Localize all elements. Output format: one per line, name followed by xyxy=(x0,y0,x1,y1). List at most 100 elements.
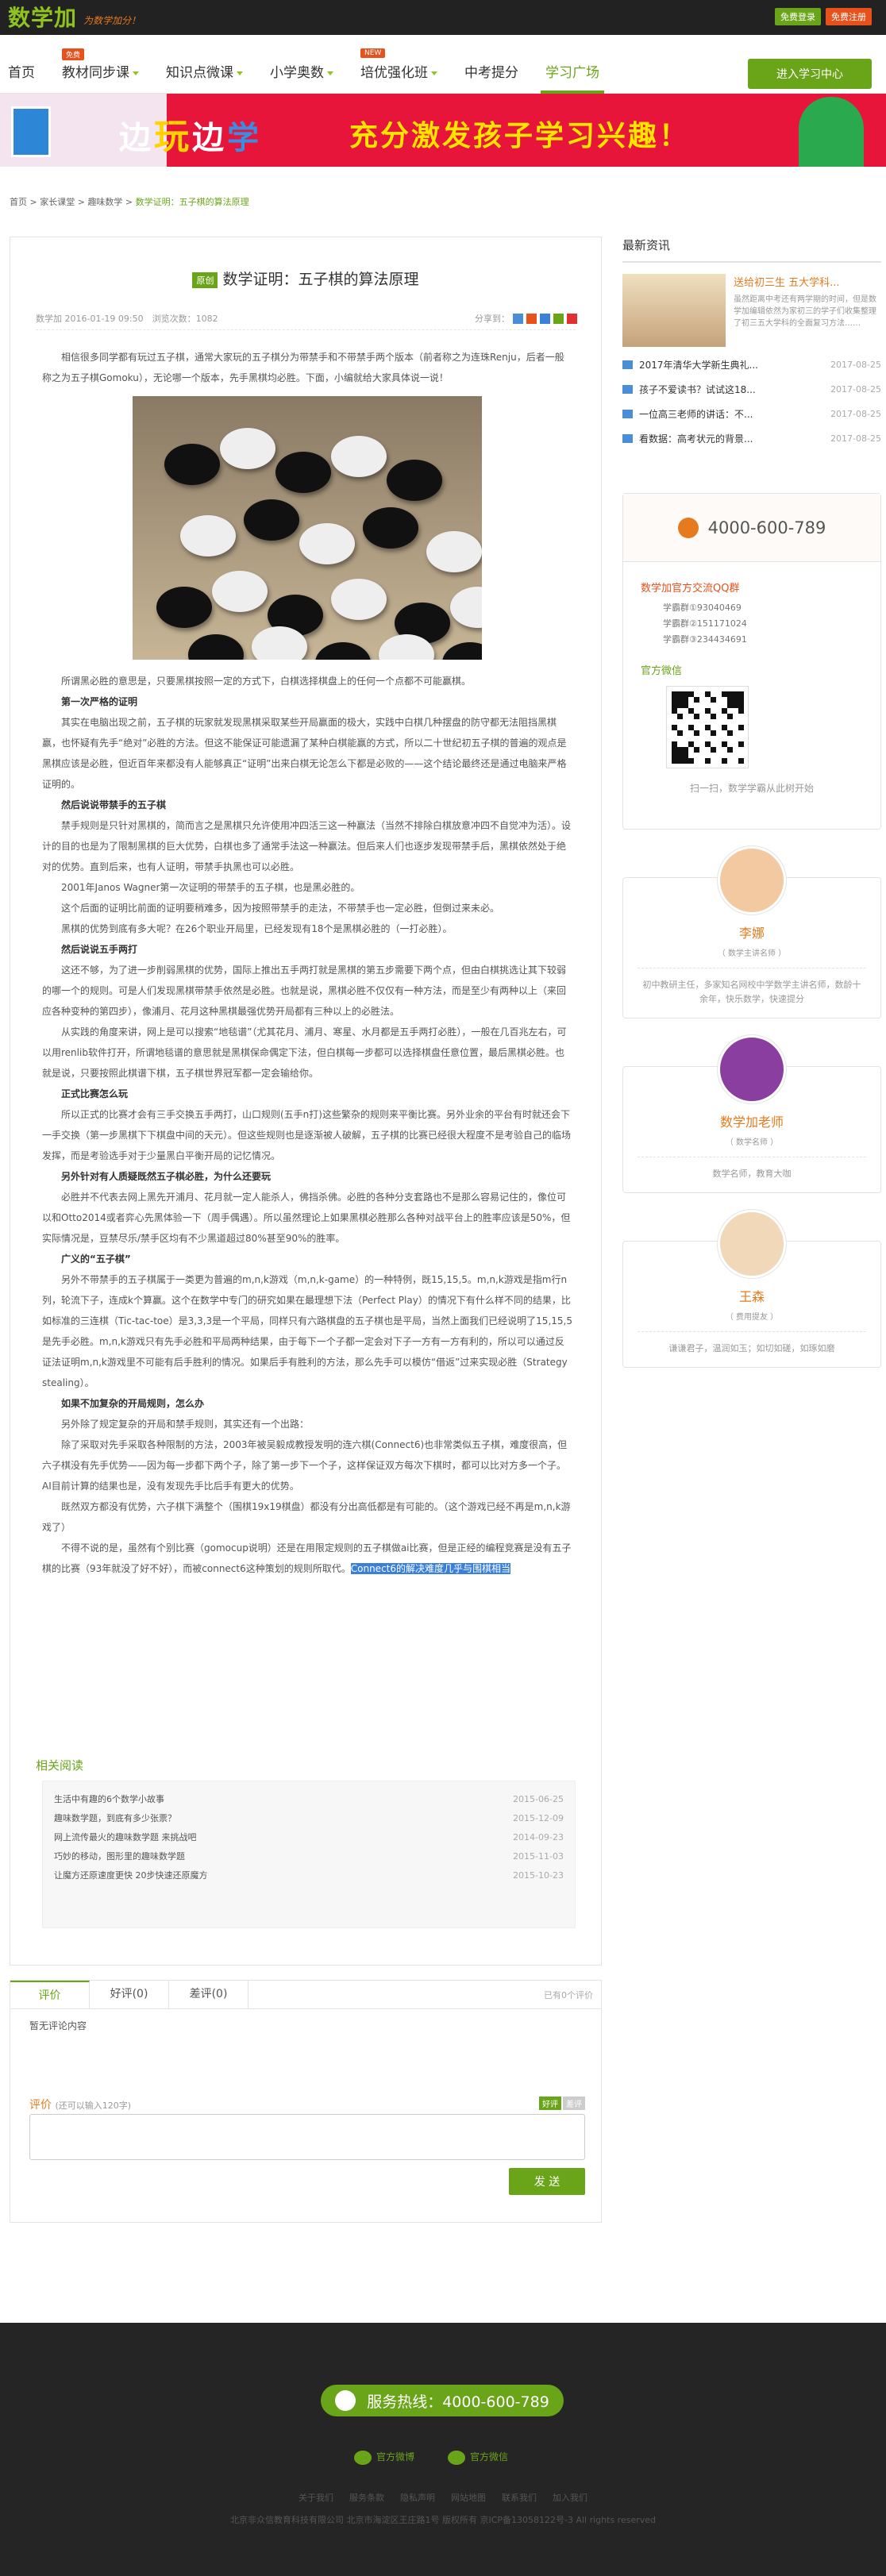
paragraph-text: 广义的“五子棋” xyxy=(61,1253,131,1265)
section-heading: 然后说说五手两打 xyxy=(42,939,572,960)
enter-study-center-button[interactable]: 进入学习中心 xyxy=(748,59,872,89)
footer-link[interactable]: 联系我们 xyxy=(502,2493,537,2503)
go-stone xyxy=(426,531,482,572)
related-item-date: 2015-10-23 xyxy=(513,1870,564,1881)
news-title[interactable]: 2017年清华大学新生典礼... xyxy=(639,358,830,372)
footer-link[interactable]: 网站地图 xyxy=(451,2493,486,2503)
qq-group-item[interactable]: 学霸群③234434691 xyxy=(663,632,747,648)
footer-link[interactable]: 服务条款 xyxy=(349,2493,384,2503)
qr-module xyxy=(683,758,688,764)
footer-link[interactable]: 隐私声明 xyxy=(400,2493,435,2503)
related-item-title[interactable]: 巧妙的移动，图形里的趣味数学题 xyxy=(54,1848,185,1866)
article-title: 原创 数学证明：五子棋的算法原理 xyxy=(10,268,601,289)
nav-item-1[interactable]: 教材同步课 免费 xyxy=(62,48,150,94)
qq-group-item[interactable]: 学霸群②151171024 xyxy=(663,616,747,632)
go-stone xyxy=(363,507,418,549)
sidebar: 最新资讯 送给初三生 五大学科... 虽然距离中考还有两学期的时间，但是数学加编… xyxy=(622,237,881,1368)
news-title[interactable]: 孩子不爱读书？试试这18... xyxy=(639,383,830,396)
news-item[interactable]: 2017年清华大学新生典礼... 2017-08-25 xyxy=(622,358,881,372)
nav-item-label: 学习广场 xyxy=(545,65,599,81)
article-paragraph: 这还不够，为了进一步削弱黑棋的优势，国际上推出五手两打就是黑棋的第五步需要下两个… xyxy=(42,960,572,1022)
related-item[interactable]: 让魔方还原速度更快 20步快速还原魔方 2015-10-23 xyxy=(43,1867,575,1885)
tab-1[interactable]: 好评(0) xyxy=(90,1981,169,2008)
related-item[interactable]: 生活中有趣的6个数学小故事 2015-06-25 xyxy=(43,1791,575,1808)
nav-item-4[interactable]: 培优强化班 NEW xyxy=(360,48,449,94)
news-icon xyxy=(622,360,633,369)
top-bar: 数学加 为数学加分！ 免费登录 免费注册 xyxy=(0,0,886,35)
related-item-title[interactable]: 让魔方还原速度更快 20步快速还原魔方 xyxy=(54,1867,208,1885)
teacher-card[interactable]: 数学加老师 （ 数学名师 ） 数学名师，教育大咖 xyxy=(622,1035,881,1193)
share-qzone-icon[interactable] xyxy=(513,313,523,324)
banner-headline: 边玩边学 xyxy=(119,108,262,159)
comment-label: 评价 (还可以输入120字) xyxy=(29,2097,131,2112)
rate-bad-button[interactable]: 差评 xyxy=(563,2097,585,2110)
teacher-card[interactable]: 王森 （ 费用提友 ） 谦谦君子，温润如玉；如切如磋，如琢如磨 xyxy=(622,1210,881,1368)
related-title: 相关阅读 xyxy=(36,1758,84,1773)
tab-0[interactable]: 评价 xyxy=(10,1981,90,2008)
send-comment-button[interactable]: 发 送 xyxy=(509,2168,585,2195)
paragraph-text: 这还不够，为了进一步削弱黑棋的优势，国际上推出五手两打就是黑棋的第五步需要下两个… xyxy=(42,965,567,1017)
site-logo[interactable]: 数学加 为数学加分！ xyxy=(8,2,141,32)
share-renren-icon[interactable] xyxy=(567,313,577,324)
nav-item-5[interactable]: 中考提分 xyxy=(464,61,530,94)
service-hotline[interactable]: 服务热线：4000-600-789 xyxy=(321,2385,564,2416)
related-item-date: 2015-11-03 xyxy=(513,1851,564,1862)
register-button[interactable]: 免费注册 xyxy=(826,8,872,25)
qr-module xyxy=(688,758,694,764)
related-item[interactable]: 趣味数学题，到底有多少张票？ 2015-12-09 xyxy=(43,1810,575,1827)
featured-news-thumbnail[interactable] xyxy=(622,274,726,347)
breadcrumb-fun-math[interactable]: 趣味数学 xyxy=(87,197,122,207)
breadcrumb-parent-class[interactable]: 家长课堂 xyxy=(40,197,75,207)
rate-good-button[interactable]: 好评 xyxy=(539,2097,561,2110)
section-heading: 正式比赛怎么玩 xyxy=(42,1084,572,1104)
news-item[interactable]: 看数据：高考状元的背景... 2017-08-25 xyxy=(622,432,881,445)
footer-weixin-link[interactable]: 官方微信 xyxy=(448,2450,508,2465)
related-item-title[interactable]: 生活中有趣的6个数学小故事 xyxy=(54,1791,164,1808)
related-item-title[interactable]: 趣味数学题，到底有多少张票？ xyxy=(54,1810,176,1827)
article-paragraph: 其实在电脑出现之前，五子棋的玩家就发现黑棋采取某些开局赢面的极大，实践中白棋几种… xyxy=(42,712,572,795)
promo-banner[interactable]: 边玩边学 充分激发孩子学习兴趣！ xyxy=(0,94,886,167)
qr-module xyxy=(677,730,683,736)
share-weibo-icon[interactable] xyxy=(526,313,537,324)
news-item[interactable]: 一位高三老师的讲话：不... 2017-08-25 xyxy=(622,407,881,421)
go-stone xyxy=(315,642,371,660)
breadcrumb-home[interactable]: 首页 xyxy=(10,197,27,207)
footer-link[interactable]: 加入我们 xyxy=(553,2493,587,2503)
nav-item-label: 中考提分 xyxy=(464,65,518,81)
teacher-card[interactable]: 李娜 （ 数学主讲名师 ） 初中教研主任，多家知名网校中学数学主讲名师，数龄十余年，… xyxy=(622,846,881,1018)
login-button[interactable]: 免费登录 xyxy=(775,8,821,25)
qr-module xyxy=(683,697,688,703)
paragraph-text: 其实在电脑出现之前，五子棋的玩家就发现黑棋采取某些开局赢面的极大，实践中白棋几种… xyxy=(42,717,567,790)
featured-news-title[interactable]: 送给初三生 五大学科... xyxy=(734,274,881,289)
news-title[interactable]: 一位高三老师的讲话：不... xyxy=(639,407,830,421)
comment-textarea[interactable] xyxy=(29,2114,585,2160)
news-date: 2017-08-25 xyxy=(830,409,881,419)
qq-group-title: 数学加官方交流QQ群 xyxy=(641,583,740,595)
qq-group-item[interactable]: 学霸群①93040469 xyxy=(663,600,747,616)
footer-weibo-link[interactable]: 官方微博 xyxy=(354,2450,414,2465)
nav-item-3[interactable]: 小学奥数 xyxy=(270,61,345,94)
related-item-title[interactable]: 网上流传最火的趣味数学题 来挑战吧 xyxy=(54,1829,197,1846)
teacher-divider xyxy=(638,1331,866,1332)
related-item[interactable]: 网上流传最火的趣味数学题 来挑战吧 2014-09-23 xyxy=(43,1829,575,1846)
go-stone xyxy=(180,515,236,556)
article-paragraph: 禁手规则是只针对黑棋的，简而言之是黑棋只允许使用冲四活三这一种赢法（当然不排除白… xyxy=(42,815,572,877)
tab-2[interactable]: 差评(0) xyxy=(169,1981,248,2008)
news-item[interactable]: 孩子不爱读书？试试这18... 2017-08-25 xyxy=(622,383,881,396)
qr-module xyxy=(738,725,744,730)
paragraph-text: 所以正式的比赛才会有三手交换五手两打，山口规则(五手n打)这些繁杂的规则来平衡比… xyxy=(42,1109,572,1161)
chevron-down-icon xyxy=(431,71,437,75)
nav-item-6[interactable]: 学习广场 xyxy=(541,61,611,94)
qr-module xyxy=(722,741,727,747)
article-paragraph: 必胜并不代表去网上黑先开浦月、花月就一定人能杀人，佛挡杀佛。必胜的各种分支套路也… xyxy=(42,1187,572,1249)
share-wechat-icon[interactable] xyxy=(553,313,564,324)
featured-news[interactable]: 送给初三生 五大学科... 虽然距离中考还有两学期的时间，但是数学加编辑依然为家… xyxy=(622,274,881,347)
footer-link[interactable]: 关于我们 xyxy=(299,2493,333,2503)
footer-weixin-text: 官方微信 xyxy=(470,2451,509,2462)
news-icon xyxy=(622,434,633,443)
share-tencent-icon[interactable] xyxy=(540,313,550,324)
related-item[interactable]: 巧妙的移动，图形里的趣味数学题 2015-11-03 xyxy=(43,1848,575,1866)
nav-item-2[interactable]: 知识点微课 xyxy=(166,61,254,94)
news-title[interactable]: 看数据：高考状元的背景... xyxy=(639,432,830,445)
nav-item-0[interactable]: 首页 xyxy=(8,61,46,94)
